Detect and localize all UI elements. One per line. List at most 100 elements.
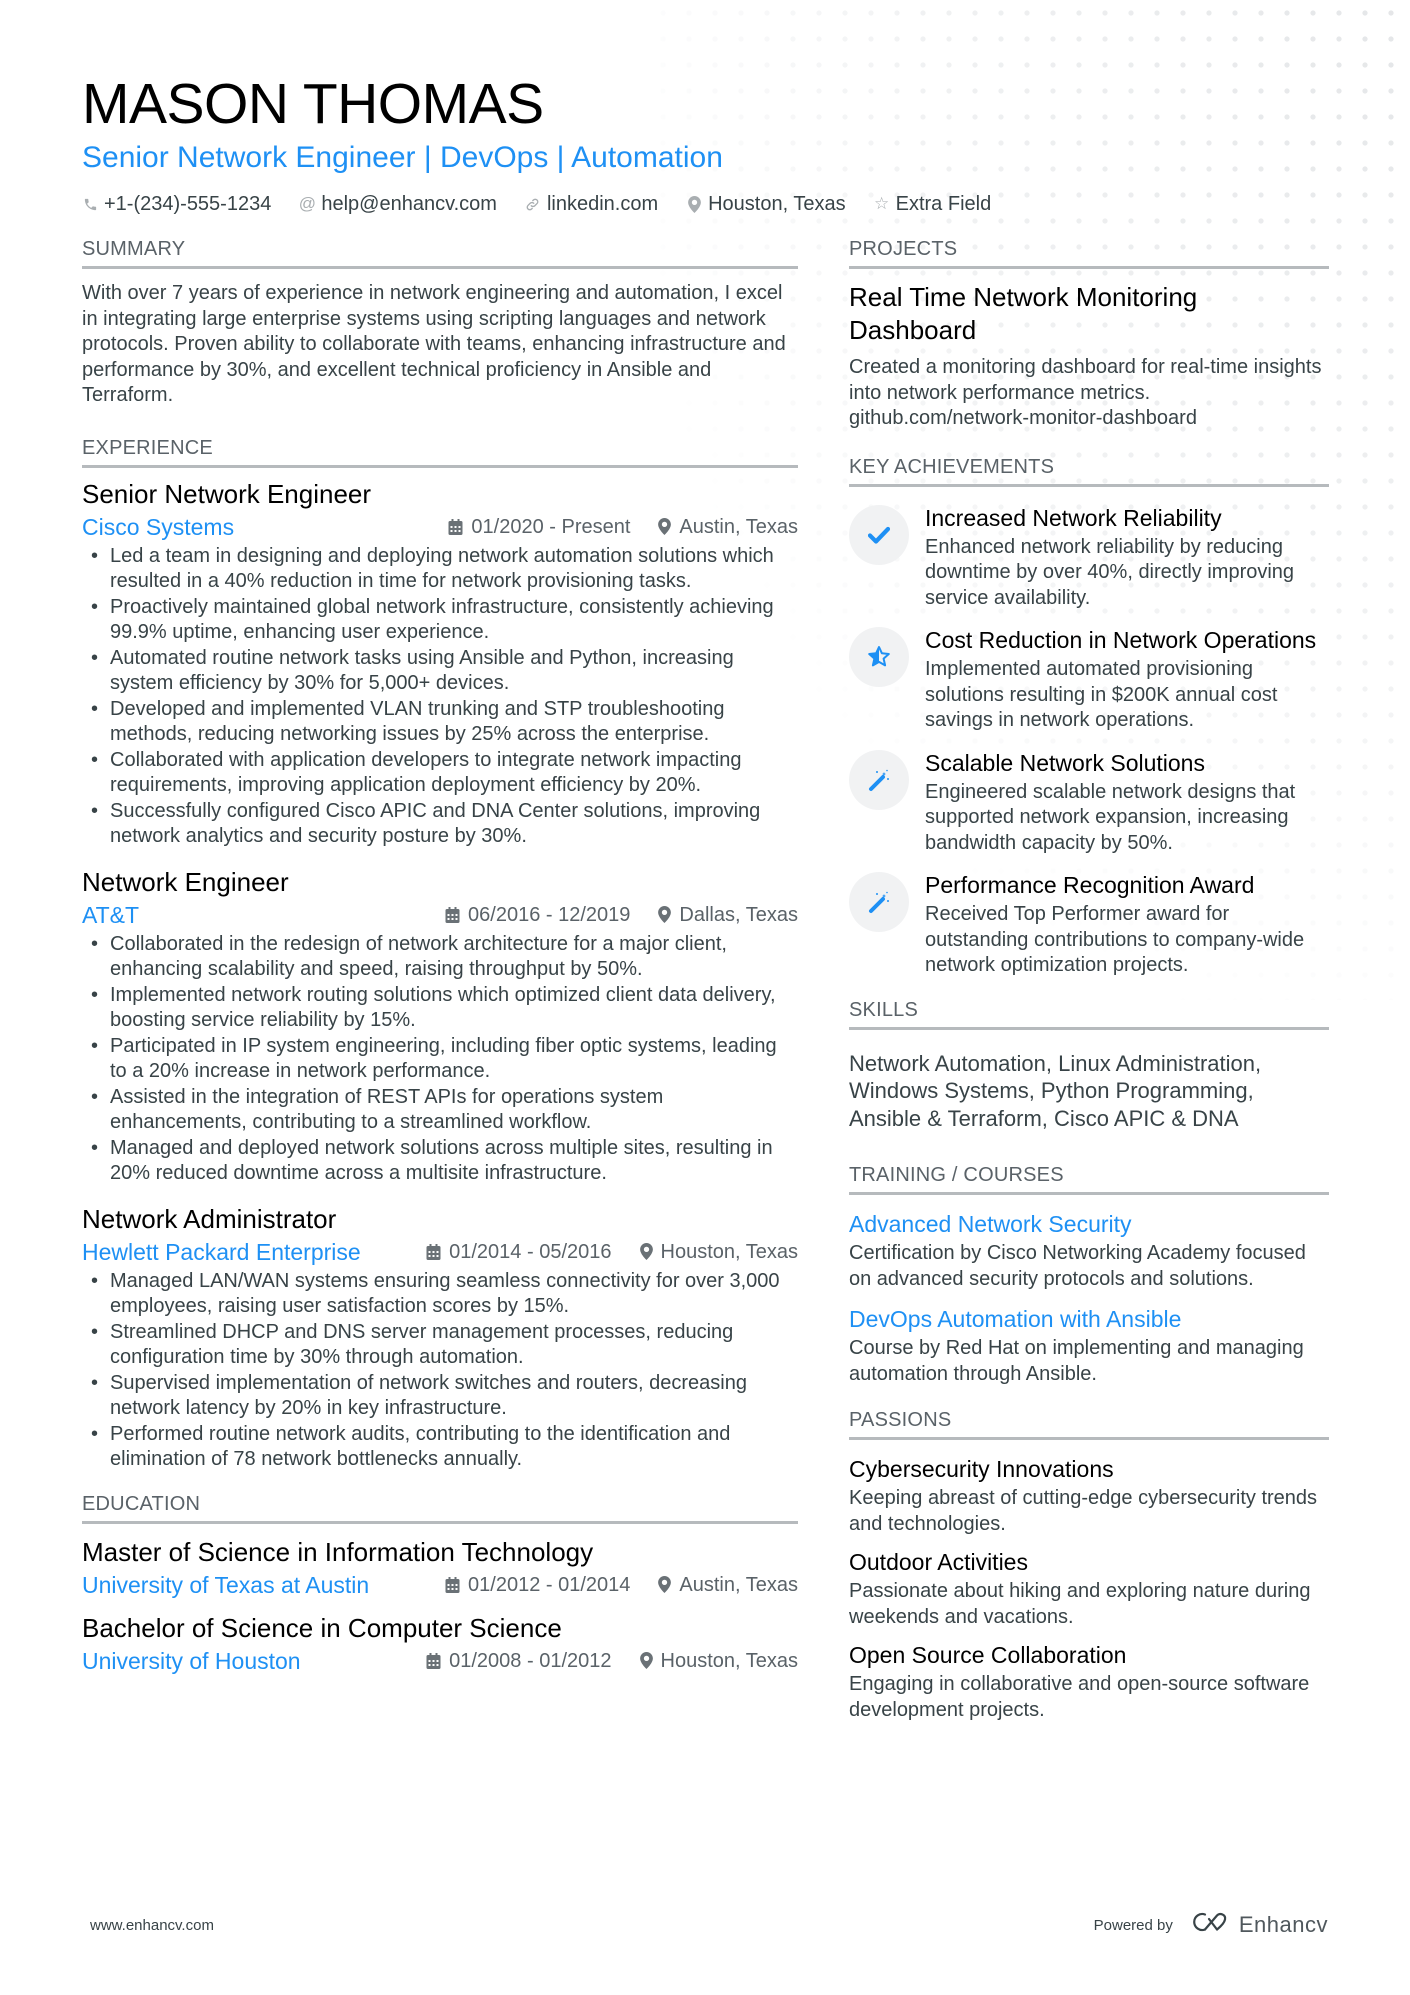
skills-text: Network Automation, Linux Administration… [849, 1050, 1262, 1131]
job-entry: Network Administrator Hewlett Packard En… [82, 1201, 798, 1473]
footer-url[interactable]: www.enhancv.com [90, 1917, 214, 1934]
magic-wand-icon [849, 749, 909, 810]
course-description: Course by Red Hat on implementing and ma… [849, 1337, 1304, 1385]
course-title[interactable]: Advanced Network Security [849, 1209, 1329, 1239]
passions-heading: Passions [849, 1407, 1329, 1440]
skills-section: Skills Network Automation, Linux Adminis… [849, 997, 1329, 1133]
projects-heading: Projects [849, 236, 1329, 269]
resume-page: MASON THOMAS Senior Network Engineer | D… [0, 0, 1410, 1995]
school-name[interactable]: University of Houston [82, 1646, 301, 1676]
enhancv-logo-icon [1191, 1910, 1231, 1940]
education-entry: Master of Science in Information Technol… [82, 1534, 798, 1600]
course-title[interactable]: DevOps Automation with Ansible [849, 1304, 1329, 1334]
passion-entry: Cybersecurity Innovations Keeping abreas… [849, 1454, 1329, 1537]
job-meta: AT&T 06/2016 - 12/2019 Dallas, Texas [82, 900, 798, 930]
education-location-text: Austin, Texas [679, 1573, 798, 1596]
education-meta-right: 01/2012 - 01/2014 Austin, Texas [445, 1570, 798, 1600]
summary-heading: Summary [82, 236, 798, 269]
company-name[interactable]: Cisco Systems [82, 512, 234, 542]
job-dates: 01/2020 - Present [448, 512, 630, 542]
achievement-item: Scalable Network Solutions Engineered sc… [849, 748, 1329, 857]
job-bullet: Performed routine network audits, contri… [82, 1422, 798, 1473]
job-bullet: Collaborated in the redesign of network … [82, 932, 798, 983]
job-location-text: Austin, Texas [679, 515, 798, 538]
experience-section: Experience Senior Network Engineer Cisco… [82, 435, 798, 1473]
achievement-item: Performance Recognition Award Received T… [849, 870, 1329, 979]
achievement-description: Received Top Performer award for outstan… [925, 903, 1305, 976]
achievement-body: Performance Recognition Award Received T… [925, 870, 1329, 979]
contact-location-text: Houston, Texas [708, 193, 846, 215]
location-pin-icon [639, 1652, 653, 1669]
job-bullets: Led a team in designing and deploying ne… [82, 544, 798, 850]
contact-linkedin-text: linkedin.com [546, 193, 659, 215]
contact-email[interactable]: @ help@enhancv.com [299, 190, 497, 218]
contact-extra: ☆ Extra Field [873, 190, 991, 218]
contact-location: Houston, Texas [686, 190, 846, 218]
job-bullet: Assisted in the integration of REST APIs… [82, 1085, 798, 1136]
job-bullet: Streamlined DHCP and DNS server manageme… [82, 1320, 798, 1371]
job-dates-text: 01/2014 - 05/2016 [449, 1240, 612, 1263]
achievement-description: Enhanced network reliability by reducing… [925, 535, 1295, 609]
achievement-body: Cost Reduction in Network Operations Imp… [925, 625, 1329, 734]
achievement-title: Cost Reduction in Network Operations [925, 627, 1317, 653]
achievement-title: Performance Recognition Award [925, 872, 1255, 898]
course-description: Certification by Cisco Networking Academ… [849, 1242, 1306, 1290]
education-meta: University of Houston 01/2008 - 01/2012 … [82, 1646, 798, 1676]
project-title: Real Time Network Monitoring Dashboard [849, 282, 1198, 345]
right-column: Projects Real Time Network Monitoring Da… [849, 236, 1329, 1749]
achievement-description: Implemented automated provisioning solut… [925, 658, 1278, 731]
achievements-section: Key Achievements Increased Network Relia… [849, 454, 1329, 979]
calendar-icon [445, 906, 460, 923]
achievement-item: Increased Network Reliability Enhanced n… [849, 503, 1329, 612]
passion-title: Open Source Collaboration [849, 1642, 1127, 1668]
location-pin-icon [639, 1243, 653, 1260]
job-bullet: Managed and deployed network solutions a… [82, 1136, 798, 1187]
education-location: Austin, Texas [658, 1570, 798, 1600]
degree-title: Master of Science in Information Technol… [82, 1536, 594, 1567]
passion-title: Outdoor Activities [849, 1549, 1028, 1575]
degree-title: Bachelor of Science in Computer Science [82, 1612, 562, 1643]
passion-entry: Outdoor Activities Passionate about hiki… [849, 1547, 1329, 1630]
education-entry: Bachelor of Science in Computer Science … [82, 1610, 798, 1676]
summary-text: With over 7 years of experience in netwo… [82, 282, 786, 406]
job-entry: Senior Network Engineer Cisco Systems 01… [82, 476, 798, 850]
candidate-title: Senior Network Engineer | DevOps | Autom… [82, 141, 723, 174]
star-outline-icon: ☆ [873, 194, 890, 213]
powered-by-label: Powered by [1093, 1916, 1173, 1934]
summary-section: Summary With over 7 years of experience … [82, 236, 798, 409]
job-location: Dallas, Texas [658, 900, 798, 930]
training-section: Training / Courses Advanced Network Secu… [849, 1162, 1329, 1387]
contact-phone[interactable]: +1-(234)-555-1234 [82, 190, 271, 218]
school-name[interactable]: University of Texas at Austin [82, 1570, 369, 1600]
experience-heading: Experience [82, 435, 798, 468]
contact-bar: +1-(234)-555-1234 @ help@enhancv.com lin… [82, 190, 1332, 218]
education-dates-text: 01/2008 - 01/2012 [449, 1649, 612, 1672]
company-name[interactable]: AT&T [82, 900, 139, 930]
job-bullet: Proactively maintained global network in… [82, 595, 798, 646]
project-description: Created a monitoring dashboard for real-… [849, 355, 1329, 432]
candidate-name: MASON THOMAS [82, 72, 544, 136]
project-description-text: Created a monitoring dashboard for real-… [849, 356, 1322, 404]
passion-description: Keeping abreast of cutting-edge cybersec… [849, 1487, 1318, 1535]
job-meta: Hewlett Packard Enterprise 01/2014 - 05/… [82, 1237, 798, 1267]
company-name[interactable]: Hewlett Packard Enterprise [82, 1237, 361, 1267]
enhancv-brand[interactable]: Enhancv [1191, 1910, 1328, 1940]
location-pin-icon [686, 195, 702, 213]
passions-section: Passions Cybersecurity Innovations Keepi… [849, 1407, 1329, 1723]
job-bullet: Implemented network routing solutions wh… [82, 983, 798, 1034]
education-location-text: Houston, Texas [660, 1649, 799, 1672]
job-bullet: Successfully configured Cisco APIC and D… [82, 799, 798, 850]
education-heading: Education [82, 1491, 798, 1524]
contact-email-text: help@enhancv.com [321, 193, 497, 215]
contact-linkedin[interactable]: linkedin.com [525, 190, 658, 218]
resume-header: MASON THOMAS Senior Network Engineer | D… [82, 68, 1332, 218]
left-column: Summary With over 7 years of experience … [82, 236, 798, 1702]
education-location: Houston, Texas [639, 1646, 799, 1676]
job-location-text: Houston, Texas [660, 1240, 799, 1263]
job-bullet: Automated routine network tasks using An… [82, 646, 798, 697]
projects-section: Projects Real Time Network Monitoring Da… [849, 236, 1329, 432]
calendar-icon [426, 1243, 441, 1260]
job-dates: 06/2016 - 12/2019 [445, 900, 630, 930]
project-link[interactable]: github.com/network-monitor-dashboard [849, 407, 1197, 429]
job-bullets: Collaborated in the redesign of network … [82, 932, 798, 1187]
